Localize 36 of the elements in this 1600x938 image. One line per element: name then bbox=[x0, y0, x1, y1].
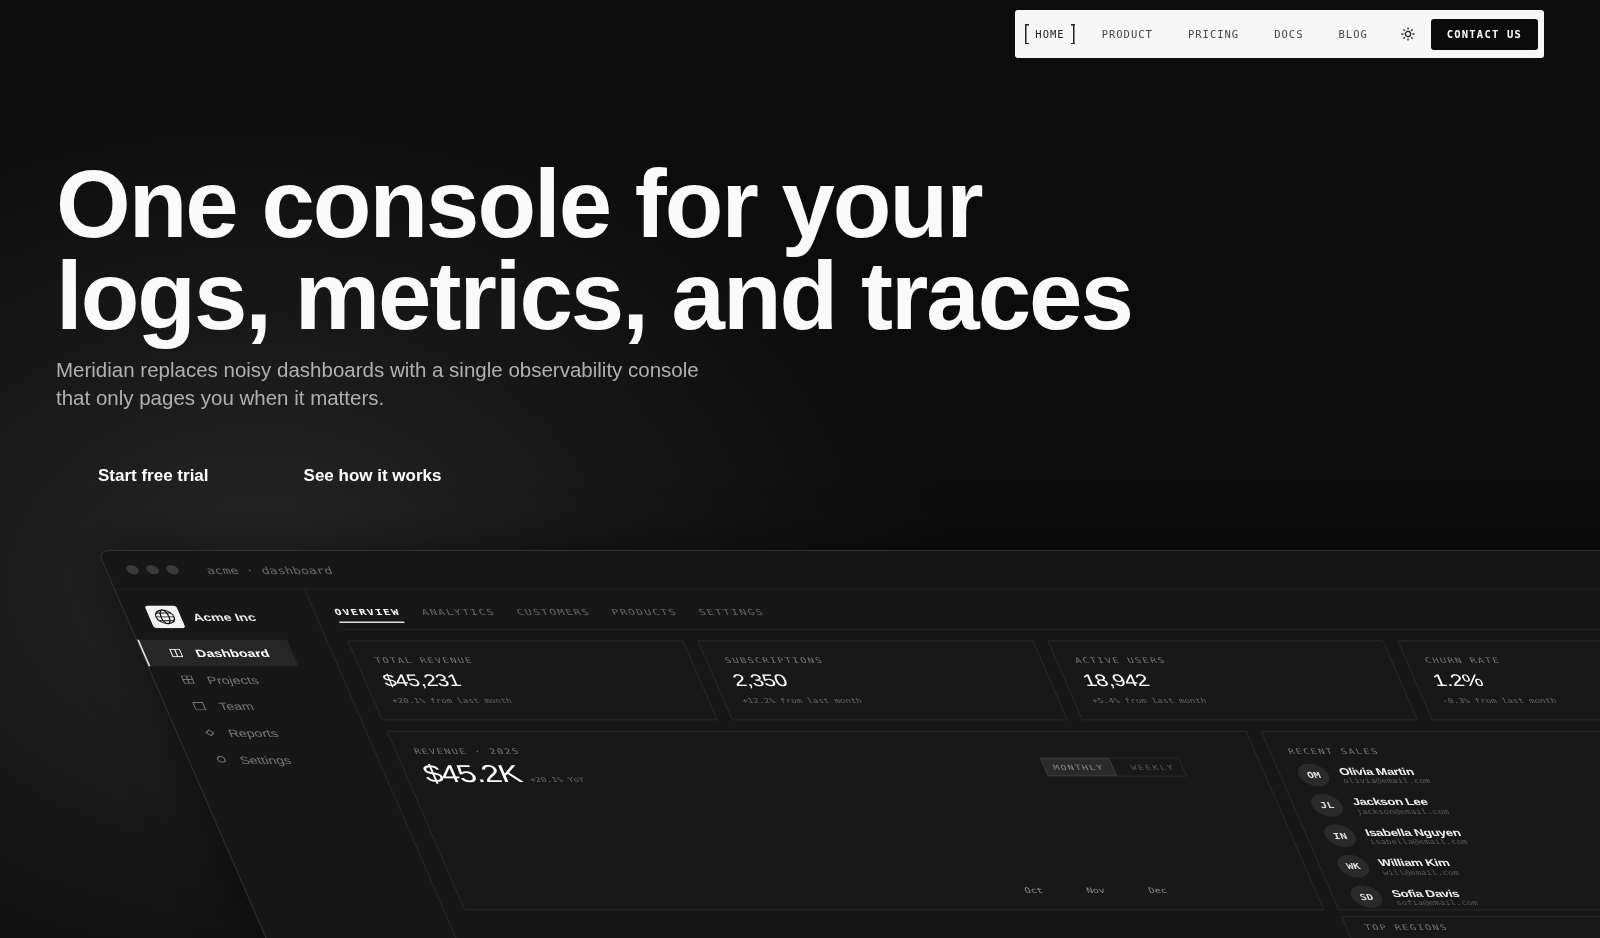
customer-name: Sofia Davis bbox=[1389, 887, 1462, 899]
cta-button[interactable]: Start free trial bbox=[56, 454, 251, 498]
hero-subtitle: Meridian replaces noisy dashboards with a single observability console that only pages you when it matters. bbox=[56, 357, 699, 411]
diamond-icon bbox=[203, 729, 216, 737]
cta-button[interactable]: See how it works bbox=[261, 454, 484, 498]
sidebar-item[interactable]: Team bbox=[160, 692, 322, 720]
window-dot bbox=[124, 565, 141, 575]
sidebar-item[interactable]: Settings bbox=[183, 746, 345, 773]
nav-link[interactable]: HOME bbox=[1025, 24, 1075, 44]
sun-icon bbox=[1400, 27, 1415, 41]
grid-icon bbox=[180, 675, 196, 684]
revenue-value: $45.2K bbox=[418, 759, 526, 788]
stat-value: 18,942 bbox=[1079, 670, 1153, 691]
stat-value: 2,350 bbox=[729, 670, 791, 691]
nav-link[interactable]: DOCS bbox=[1266, 22, 1312, 46]
contact-button[interactable]: CONTACT US bbox=[1430, 18, 1538, 50]
nav-link[interactable]: PRODUCT bbox=[1093, 22, 1161, 46]
customer-name: William Kim bbox=[1376, 856, 1452, 869]
nav-link[interactable]: BLOG bbox=[1330, 22, 1376, 46]
window-dot bbox=[144, 565, 161, 575]
stat-value: $45,231 bbox=[379, 670, 465, 691]
sidebar-item[interactable]: Dashboard bbox=[136, 639, 299, 667]
circle-icon bbox=[215, 755, 228, 763]
brand-name: Acme Inc bbox=[190, 610, 258, 623]
window-title: acme · dashboard bbox=[204, 564, 335, 576]
customer-name: Jackson Lee bbox=[1349, 795, 1430, 808]
sidebar-item[interactable]: Reports bbox=[171, 719, 334, 747]
customer-name: Olivia Martin bbox=[1336, 765, 1416, 777]
tab[interactable]: OVERVIEW bbox=[330, 602, 405, 623]
window-dot bbox=[164, 565, 181, 575]
hero-headline: One console for your logs, metrics, and traces bbox=[55, 149, 1133, 351]
nav-link[interactable]: PRICING bbox=[1179, 22, 1248, 46]
columns-icon bbox=[168, 648, 184, 658]
sidebar-item[interactable]: Projects bbox=[148, 666, 311, 693]
customer-name: Isabella Nguyen bbox=[1362, 826, 1463, 838]
stat-value: 1.2% bbox=[1429, 670, 1487, 691]
